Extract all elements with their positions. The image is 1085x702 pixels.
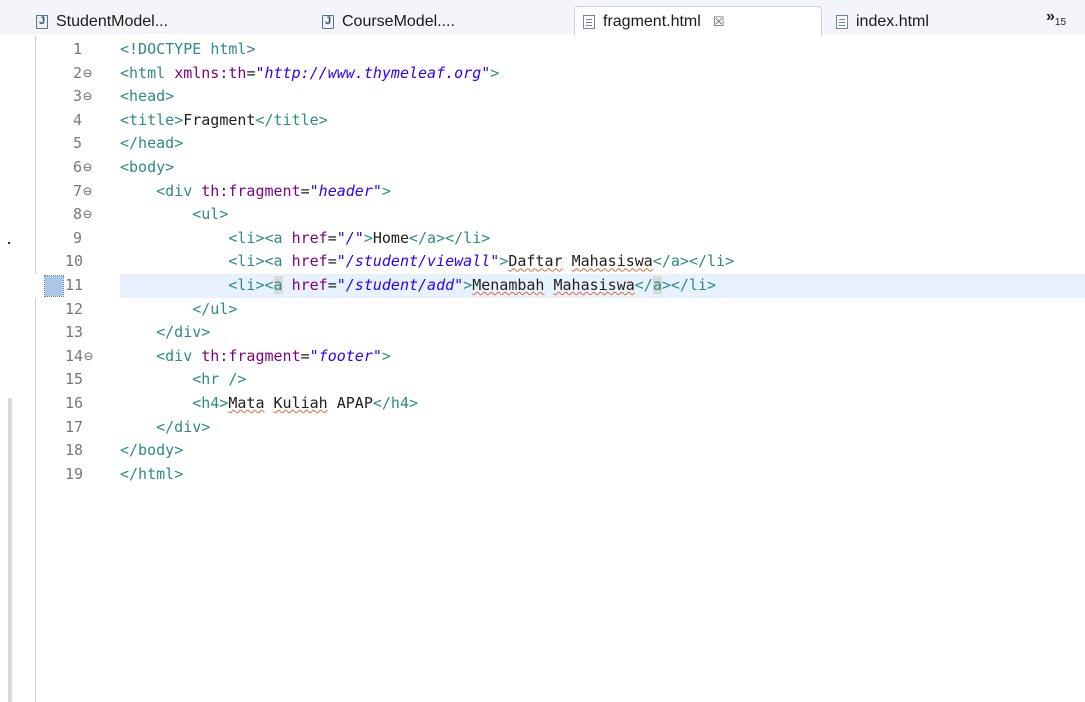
code-text: <title>Fragment</title> — [120, 110, 328, 129]
editor-tab-bar: StudentModel... CourseModel.... fragment… — [0, 0, 1085, 36]
tab-student-model[interactable]: StudentModel... — [36, 10, 168, 34]
code-line[interactable]: 6 ⊖ <body> — [0, 156, 1085, 180]
fold-collapse-icon[interactable]: ⊖ — [83, 85, 119, 109]
code-editor[interactable]: 1 <!DOCTYPE html> 2 ⊖ <html xmlns:th="http:/… — [0, 38, 1085, 486]
java-file-icon — [322, 15, 334, 29]
line-number: 4 — [73, 110, 83, 129]
code-line[interactable]: 5 </head> — [0, 132, 1085, 156]
tab-label: index.html — [856, 13, 929, 30]
close-tab-icon[interactable]: ☒ — [713, 14, 725, 30]
code-line[interactable]: 8 ⊖ <ul> — [0, 203, 1085, 227]
code-text: <html xmlns:th="http://www.thymeleaf.org… — [120, 63, 500, 82]
fold-collapse-icon[interactable]: ⊖ — [84, 345, 120, 369]
line-number: 11 — [65, 275, 84, 294]
line-number: 15 — [65, 370, 84, 389]
code-line[interactable]: 7 ⊖ <div th:fragment="header"> — [0, 180, 1085, 204]
fold-collapse-icon[interactable]: ⊖ — [83, 203, 119, 227]
code-text: </div> — [156, 323, 211, 342]
eclipse-editor: StudentModel... CourseModel.... fragment… — [0, 0, 1085, 702]
code-line[interactable]: 11 <li><a href="/student/add">Menambah M… — [0, 273, 1085, 298]
code-line[interactable]: 12 </ul> — [0, 298, 1085, 322]
code-line[interactable]: 1 <!DOCTYPE html> — [0, 38, 1085, 62]
code-text: <li><a href="/student/add">Menambah Maha… — [228, 275, 717, 294]
code-text: </html> — [120, 464, 184, 483]
code-text: </body> — [120, 441, 184, 460]
line-number: 10 — [65, 252, 84, 271]
tab-label: fragment.html — [603, 12, 701, 30]
code-line[interactable]: 14 ⊖ <div th:fragment="footer"> — [0, 345, 1085, 369]
current-line-marker — [44, 274, 64, 297]
code-line[interactable]: 18 </body> — [0, 439, 1085, 463]
code-line[interactable]: 17 </div> — [0, 416, 1085, 440]
fold-collapse-icon[interactable]: ⊖ — [83, 62, 119, 86]
line-number: 17 — [65, 417, 84, 436]
code-line[interactable]: 15 <hr /> — [0, 368, 1085, 392]
code-line[interactable]: 10 <li><a href="/student/viewall">Daftar… — [0, 250, 1085, 274]
code-text: </head> — [120, 134, 184, 153]
tab-fragment-html[interactable]: fragment.html ☒ — [574, 6, 822, 36]
code-text: </ul> — [192, 299, 238, 318]
html-file-icon — [836, 15, 848, 29]
code-line[interactable]: 16 <h4>Mata Kuliah APAP</h4> — [0, 392, 1085, 416]
code-text: <head> — [120, 87, 175, 106]
line-number: 9 — [73, 228, 83, 247]
code-text: </div> — [156, 417, 211, 436]
line-number: 16 — [65, 393, 84, 412]
code-text: <li><a href="/">Home</a></li> — [228, 228, 491, 247]
code-line[interactable]: 13 </div> — [0, 321, 1085, 345]
line-number: 12 — [65, 299, 84, 318]
java-file-icon — [36, 15, 48, 29]
code-text: <div th:fragment="header"> — [156, 181, 391, 200]
fold-collapse-icon[interactable]: ⊖ — [83, 156, 119, 180]
tab-label: CourseModel.... — [342, 13, 455, 30]
code-text: <li><a href="/student/viewall">Daftar Ma… — [228, 252, 735, 271]
code-line[interactable]: 19 </html> — [0, 463, 1085, 487]
code-line[interactable]: 4 <title>Fragment</title> — [0, 109, 1085, 133]
line-number: 13 — [65, 323, 84, 342]
tab-label: StudentModel... — [56, 13, 169, 30]
line-number: 19 — [65, 464, 84, 483]
tab-course-model[interactable]: CourseModel.... — [322, 10, 455, 34]
html-file-icon — [583, 14, 595, 29]
code-text: <!DOCTYPE html> — [120, 40, 256, 58]
code-text: <div th:fragment="footer"> — [156, 346, 391, 365]
tab-index-html[interactable]: index.html — [836, 10, 929, 34]
overflow-chevron-icon: » — [1046, 8, 1055, 25]
fold-collapse-icon[interactable]: ⊖ — [83, 180, 119, 204]
overflow-count: 15 — [1054, 17, 1067, 29]
line-number: 5 — [73, 134, 83, 153]
line-number: 1 — [73, 40, 83, 58]
code-text: <h4>Mata Kuliah APAP</h4> — [192, 393, 419, 412]
code-line[interactable]: 2 ⊖ <html xmlns:th="http://www.thymeleaf.o… — [0, 62, 1085, 86]
code-text: <body> — [120, 157, 175, 176]
tab-overflow-button[interactable]: »15 — [1046, 8, 1066, 28]
line-number: 18 — [65, 441, 84, 460]
code-line[interactable]: 9 <li><a href="/">Home</a></li> — [0, 227, 1085, 251]
code-text: <hr /> — [192, 370, 247, 389]
code-line[interactable]: 3 ⊖ <head> — [0, 85, 1085, 109]
code-text: <ul> — [192, 205, 229, 224]
